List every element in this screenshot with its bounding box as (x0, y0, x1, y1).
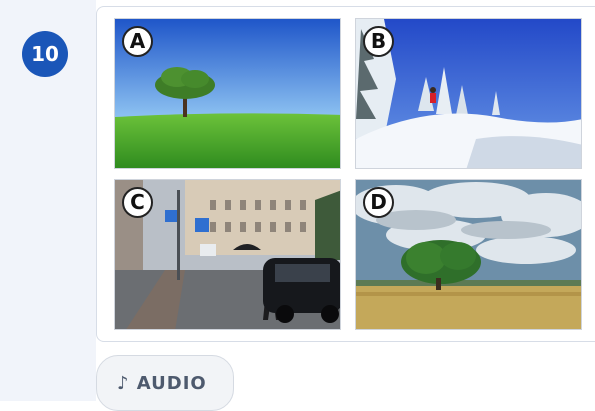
music-note-icon: ♪ (117, 373, 130, 394)
question-number-badge: 10 (22, 31, 68, 77)
option-c-image[interactable]: C (114, 179, 341, 330)
option-d-image[interactable]: D (355, 179, 582, 330)
option-label: D (363, 187, 394, 218)
option-label: B (363, 26, 394, 57)
option-b-image[interactable]: B (355, 18, 582, 169)
option-a-image[interactable]: A (114, 18, 341, 169)
audio-button-label: AUDIO (136, 373, 207, 394)
option-label: C (122, 187, 153, 218)
audio-button[interactable]: ♪ AUDIO (96, 355, 234, 411)
option-label: A (122, 26, 153, 57)
